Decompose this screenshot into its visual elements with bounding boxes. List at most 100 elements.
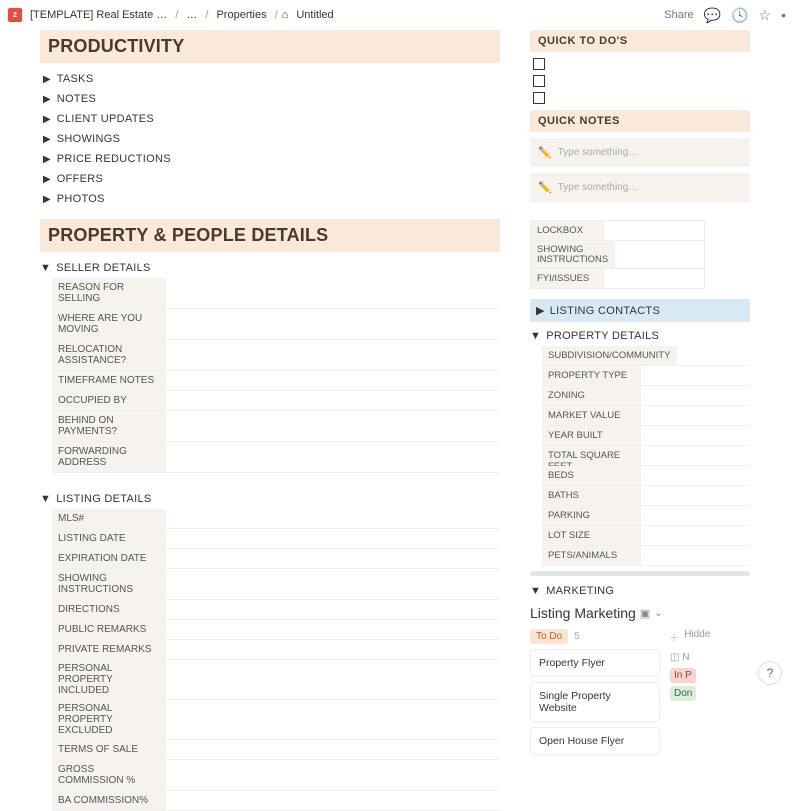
row-value[interactable] [676,346,750,365]
section-property: PROPERTY & PEOPLE DETAILS [40,219,500,252]
row-label: BEDS [542,466,640,485]
toggle-listing-details[interactable]: ▼LISTING DETAILS [40,489,500,509]
row-value[interactable] [165,760,500,790]
chevron-down-icon: ▼ [530,330,541,342]
row-value[interactable] [640,546,750,565]
board-card[interactable]: Property Flyer [530,649,660,677]
row-label: WHERE ARE YOU MOVING [52,309,165,339]
row-value[interactable] [165,529,500,548]
row-label: SUBDIVISION/COMMUNITY [542,346,676,365]
toggle-photos[interactable]: ▶PHOTOS [40,189,500,209]
chevron-right-icon: ▶ [43,194,51,205]
topbar: 2 [TEMPLATE] Real Estate … / … / Propert… [0,0,794,30]
breadcrumb-seg-4[interactable]: Untitled [292,7,337,23]
row-value[interactable] [640,406,750,425]
board-card[interactable]: Open House Flyer [530,727,660,755]
scrollbar[interactable] [530,571,750,576]
row-value[interactable] [165,620,500,639]
row-value[interactable] [165,340,500,370]
chevron-right-icon: ▶ [43,174,51,185]
row-label: TIMEFRAME NOTES [52,371,165,390]
row-value[interactable] [165,549,500,568]
chevron-down-icon: ▼ [530,585,541,597]
todo-checkbox[interactable] [533,92,545,104]
row-label: PERSONAL PROPERTY INCLUDED [52,660,165,699]
row-label: SHOWING INSTRUCTIONS [52,569,165,599]
row-value[interactable] [165,509,500,528]
row-label: PARKING [542,506,640,525]
history-icon[interactable]: 🕓 [731,7,748,24]
row-label: BA COMMISSION% [52,791,165,810]
row-label: PRIVATE REMARKS [52,640,165,659]
row-value[interactable] [165,660,500,699]
breadcrumb-sep: / [275,9,278,21]
row-value[interactable] [640,486,750,505]
todo-checkbox[interactable] [533,75,545,87]
todo-checkbox[interactable] [533,58,545,70]
row-value[interactable] [165,791,500,810]
chevron-right-icon: ▶ [43,114,51,125]
row-value[interactable] [603,221,704,240]
toggle-client-updates[interactable]: ▶CLIENT UPDATES [40,109,500,129]
row-label: GROSS COMMISSION % [52,760,165,790]
comments-icon[interactable]: 💬 [704,7,721,24]
row-value[interactable] [165,371,500,390]
quick-note[interactable]: ✏️Type something… [530,138,750,167]
chevron-down-icon: ▼ [40,262,51,274]
row-value[interactable] [165,391,500,410]
row-value[interactable] [640,506,750,525]
row-label: SHOWING INSTRUCTIONS [531,241,614,268]
toggle-listing-contacts[interactable]: ▶LISTING CONTACTS [530,299,750,322]
row-value[interactable] [640,426,750,445]
chevron-right-icon: ▶ [43,154,51,165]
chevron-right-icon: ▶ [43,134,51,145]
board-card[interactable]: Single Property Website [530,682,660,722]
toggle-marketing[interactable]: ▼MARKETING [530,581,750,601]
toggle-price-reductions[interactable]: ▶PRICE REDUCTIONS [40,149,500,169]
toggle-notes[interactable]: ▶NOTES [40,89,500,109]
quick-note[interactable]: ✏️Type something… [530,173,750,202]
breadcrumb-seg-3[interactable]: Properties [212,7,270,23]
row-value[interactable] [165,700,500,739]
row-value[interactable] [603,269,704,288]
breadcrumb-seg-2[interactable]: … [182,7,201,23]
row-label: MARKET VALUE [542,406,640,425]
share-button[interactable]: Share [664,9,693,21]
help-button[interactable]: ? [758,661,782,685]
breadcrumb: 2 [TEMPLATE] Real Estate … / … / Propert… [8,7,664,23]
row-value[interactable] [165,569,500,599]
row-value[interactable] [640,526,750,545]
toggle-showings[interactable]: ▶SHOWINGS [40,129,500,149]
breadcrumb-sep: / [205,9,208,21]
row-value[interactable] [640,386,750,405]
listing-marketing-view[interactable]: Listing Marketing ▣ ⌄ [530,605,750,621]
row-value[interactable] [165,442,500,472]
more-icon[interactable]: • [781,7,786,23]
row-value[interactable] [640,466,750,485]
breadcrumb-seg-1[interactable]: [TEMPLATE] Real Estate … [26,7,171,23]
row-label: PROPERTY TYPE [542,366,640,385]
row-value[interactable] [165,640,500,659]
row-value[interactable] [165,600,500,619]
toggle-property-details[interactable]: ▼PROPERTY DETAILS [530,326,750,346]
row-label: FORWARDING ADDRESS [52,442,165,472]
row-value[interactable] [165,411,500,441]
row-value[interactable] [165,740,500,759]
page-icon: 2 [8,8,22,22]
row-label: BATHS [542,486,640,505]
toggle-offers[interactable]: ▶OFFERS [40,169,500,189]
row-value[interactable] [614,241,704,268]
row-label: RELOCATION ASSISTANCE? [52,340,165,370]
favorite-icon[interactable]: ☆ [759,7,772,24]
row-value[interactable] [165,309,500,339]
row-label: FYI/ISSUES [531,269,603,288]
row-value[interactable] [640,366,750,385]
row-value[interactable] [165,278,500,308]
toggle-tasks[interactable]: ▶TASKS [40,69,500,89]
row-label: TOTAL SQUARE FEET [542,446,640,465]
row-label: EXPIRATION DATE [52,549,165,568]
add-icon[interactable]: + [670,629,678,645]
row-value[interactable] [640,446,750,465]
toggle-seller-details[interactable]: ▼SELLER DETAILS [40,258,500,278]
property-detail-rows: SUBDIVISION/COMMUNITY PROPERTY TYPE ZONI… [542,346,750,566]
